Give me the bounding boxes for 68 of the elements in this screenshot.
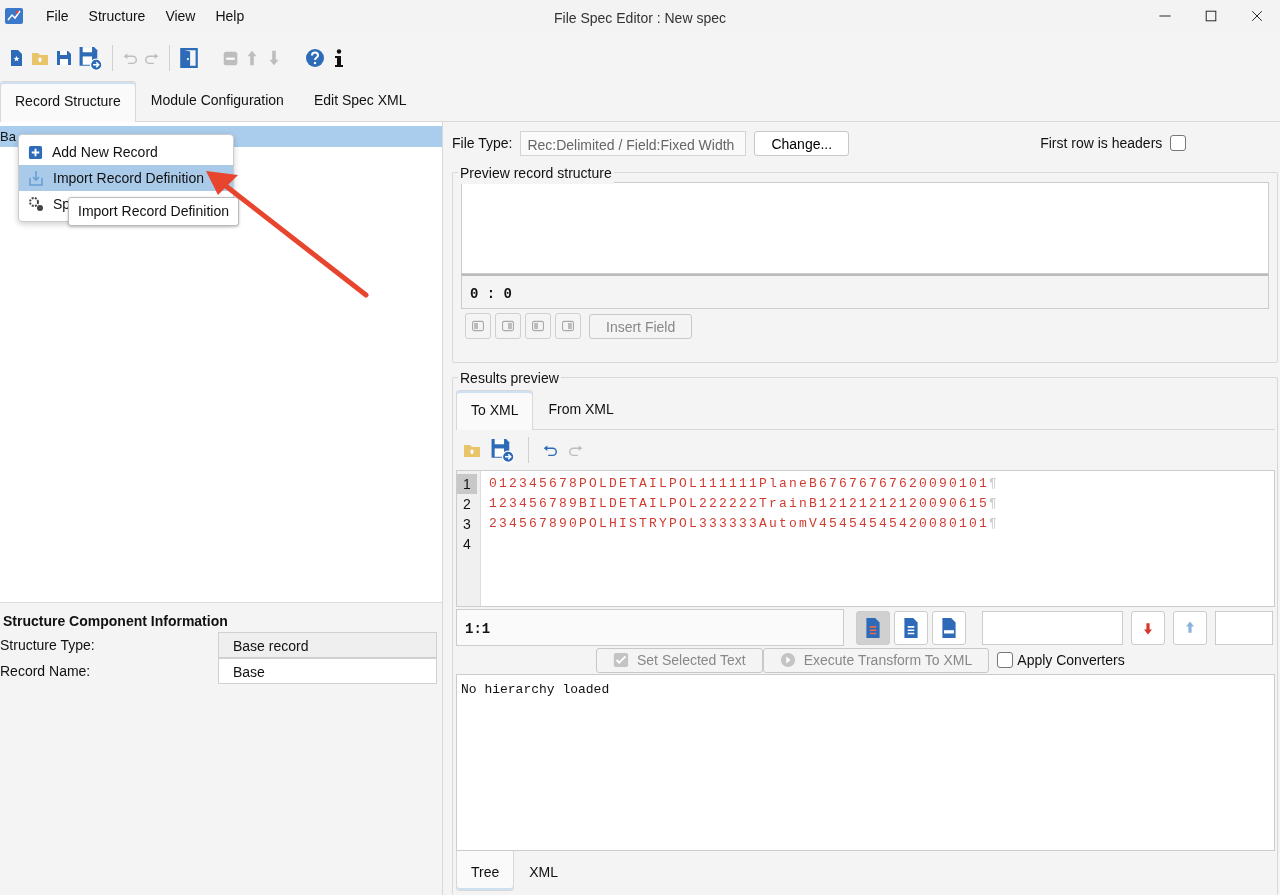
code-line: 123456789BILDETAILPOL222222TrainB12121212120090615: [489, 496, 990, 511]
code-line: 234567890POLHISTRYPOL333333AutomV45454545420080101: [489, 516, 990, 531]
import-icon: [28, 170, 44, 186]
line-end-mark: ¶: [989, 516, 1000, 531]
tab[interactable]: To XML: [456, 390, 534, 430]
plus-icon: [28, 144, 43, 160]
format-button[interactable]: [932, 610, 966, 645]
position-readout: 0 : 0: [461, 274, 1269, 309]
maximize-icon[interactable]: [1203, 8, 1219, 24]
code-line: 012345678POLDETAILPOL111111PlaneB67676767620090101: [489, 476, 990, 491]
column-button[interactable]: [555, 313, 581, 339]
column-button[interactable]: [465, 313, 491, 339]
line-number: 1: [457, 474, 477, 494]
checkbox[interactable]: [997, 652, 1014, 668]
app-logo-icon: [4, 6, 24, 26]
save-icon[interactable]: [54, 48, 74, 68]
search-field[interactable]: [982, 610, 1123, 645]
text-field[interactable]: Base: [218, 658, 437, 684]
line-number: 4: [462, 535, 472, 554]
checkbox-label: Apply Converters: [1017, 650, 1125, 670]
door-icon[interactable]: [178, 45, 200, 71]
field-label: File Type:: [452, 133, 513, 153]
line-number: 2: [462, 495, 472, 514]
menu-item[interactable]: View: [155, 5, 206, 27]
help-icon[interactable]: [305, 48, 325, 68]
field-label: Record Name:: [0, 661, 92, 681]
menu-item[interactable]: Structure: [78, 5, 156, 27]
checkbox[interactable]: [1170, 135, 1187, 151]
close-icon[interactable]: [1249, 8, 1265, 24]
save-as-icon[interactable]: [78, 45, 104, 71]
line-end-mark: ¶: [989, 496, 1000, 511]
checkbox-label: First row is headers: [1040, 133, 1163, 153]
window-title: File Spec Editor : New spec: [554, 9, 726, 28]
menu-item[interactable]: Import Record Definition: [19, 165, 233, 191]
change-button[interactable]: Change...: [754, 130, 850, 156]
column-icon: [561, 319, 575, 333]
format-button[interactable]: [856, 610, 890, 645]
file-type-field: Rec:Delimited / Field:Fixed Width: [520, 130, 747, 156]
cursor-position: 1:1: [456, 609, 844, 646]
menu-item[interactable]: File: [36, 5, 79, 27]
field-label: Structure Type:: [0, 635, 96, 655]
column-icon: [471, 319, 485, 333]
text-field[interactable]: [1215, 610, 1273, 645]
line-number: 3: [462, 515, 472, 534]
column-icon: [501, 319, 515, 333]
menu-item[interactable]: Help: [205, 5, 255, 27]
checkbox-icon: [613, 652, 629, 668]
tab[interactable]: Record Structure: [0, 81, 136, 122]
tab[interactable]: XML: [514, 851, 574, 891]
tab[interactable]: From XML: [533, 389, 629, 429]
gears-icon: [28, 196, 44, 212]
find-next-button[interactable]: [1131, 610, 1165, 645]
column-button[interactable]: [495, 313, 521, 339]
format-button[interactable]: [894, 610, 928, 645]
line-end-mark: ¶: [989, 476, 1000, 491]
tab[interactable]: Edit Spec XML: [298, 80, 422, 121]
text-field: Base record: [218, 632, 437, 658]
save-as-icon[interactable]: [490, 437, 516, 463]
play-icon: [779, 652, 796, 668]
column-icon: [531, 319, 545, 333]
tooltip: Import Record Definition: [68, 197, 239, 226]
tab[interactable]: Tree: [456, 851, 515, 891]
menu-item[interactable]: Add New Record: [19, 139, 233, 165]
hierarchy-text: No hierarchy loaded: [456, 674, 1275, 851]
tab[interactable]: Module Configuration: [135, 80, 299, 121]
find-previous-button[interactable]: [1173, 610, 1207, 645]
column-button[interactable]: [525, 313, 551, 339]
section-title: Structure Component Information: [2, 612, 229, 631]
